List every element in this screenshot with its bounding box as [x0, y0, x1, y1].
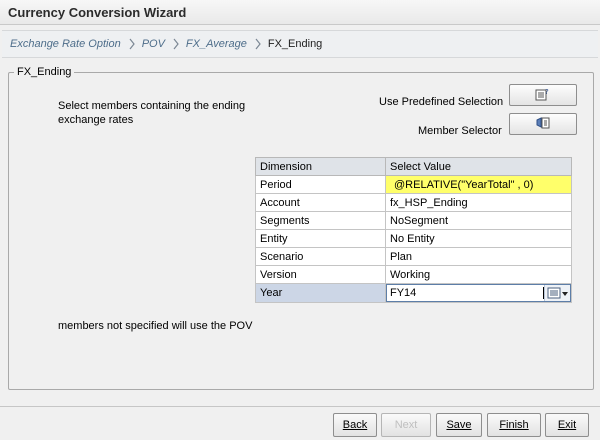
title-bar: Currency Conversion Wizard	[0, 0, 600, 25]
value-cell[interactable]: Working	[385, 265, 572, 284]
grid-header-row: Dimension Select Value	[255, 157, 572, 176]
table-row[interactable]: Scenario Plan	[255, 247, 572, 266]
exit-button[interactable]: Exit	[545, 413, 589, 437]
table-row[interactable]: Entity No Entity	[255, 229, 572, 248]
predefined-selection-label: Use Predefined Selection	[379, 96, 504, 108]
svg-text:?: ?	[545, 88, 549, 96]
dimension-cell: Year	[255, 283, 386, 303]
member-selector-label: Member Selector	[418, 125, 502, 137]
value-cell[interactable]: No Entity	[385, 229, 572, 248]
predefined-selection-button[interactable]: ?	[509, 84, 577, 106]
group-legend: FX_Ending	[14, 66, 75, 78]
save-button-label: Save	[446, 419, 472, 431]
back-button-label: Back	[342, 419, 368, 431]
dimension-cell: Period	[255, 175, 386, 194]
back-button[interactable]: Back	[333, 413, 377, 437]
breadcrumb-item-fx-average[interactable]: FX_Average	[186, 38, 247, 50]
value-cell[interactable]: Plan	[385, 247, 572, 266]
member-picker-dropdown[interactable]	[544, 285, 570, 301]
value-cell[interactable]: @RELATIVE("YearTotal" , 0)	[385, 175, 572, 194]
list-dropdown-icon	[547, 287, 568, 299]
chevron-right-icon	[129, 38, 135, 50]
finish-button-label: Finish	[499, 419, 529, 431]
window-title: Currency Conversion Wizard	[8, 5, 187, 20]
table-row[interactable]: Version Working	[255, 265, 572, 284]
chevron-right-icon	[173, 38, 179, 50]
predefined-selection-icon: ?	[535, 87, 551, 104]
breadcrumb-item-exchange-rate-option[interactable]: Exchange Rate Option	[10, 38, 121, 50]
column-header-select-value[interactable]: Select Value	[385, 157, 572, 176]
column-header-dimension[interactable]: Dimension	[255, 157, 386, 176]
instruction-text: Select members containing the ending exc…	[58, 100, 246, 126]
year-value-input[interactable]: FY14	[387, 287, 542, 299]
year-value-editor[interactable]: FY14	[386, 284, 571, 302]
value-cell[interactable]: NoSegment	[385, 211, 572, 230]
dimension-cell: Scenario	[255, 247, 386, 266]
finish-button[interactable]: Finish	[487, 413, 541, 437]
dimension-cell: Entity	[255, 229, 386, 248]
breadcrumb-item-pov[interactable]: POV	[142, 38, 165, 50]
dimension-cell: Version	[255, 265, 386, 284]
table-row[interactable]: Period @RELATIVE("YearTotal" , 0)	[255, 175, 572, 194]
save-button[interactable]: Save	[436, 413, 482, 437]
table-row[interactable]: Account fx_HSP_Ending	[255, 193, 572, 212]
pov-footnote: members not specified will use the POV	[58, 320, 253, 332]
value-cell[interactable]: fx_HSP_Ending	[385, 193, 572, 212]
member-selector-button[interactable]	[509, 113, 577, 135]
exit-button-label: Exit	[557, 419, 577, 431]
member-selector-icon	[535, 116, 551, 133]
dimension-grid: Dimension Select Value Period @RELATIVE(…	[255, 157, 572, 303]
next-button-label: Next	[394, 419, 418, 431]
breadcrumb-item-fx-ending: FX_Ending	[267, 38, 323, 50]
breadcrumb: Exchange Rate Option POV FX_Average FX_E…	[2, 30, 598, 58]
next-button: Next	[381, 413, 431, 437]
table-row[interactable]: Year FY14	[255, 283, 572, 303]
year-value-cell[interactable]: FY14	[385, 283, 572, 303]
table-row[interactable]: Segments NoSegment	[255, 211, 572, 230]
chevron-right-icon	[255, 38, 261, 50]
dimension-cell: Segments	[255, 211, 386, 230]
dimension-cell: Account	[255, 193, 386, 212]
